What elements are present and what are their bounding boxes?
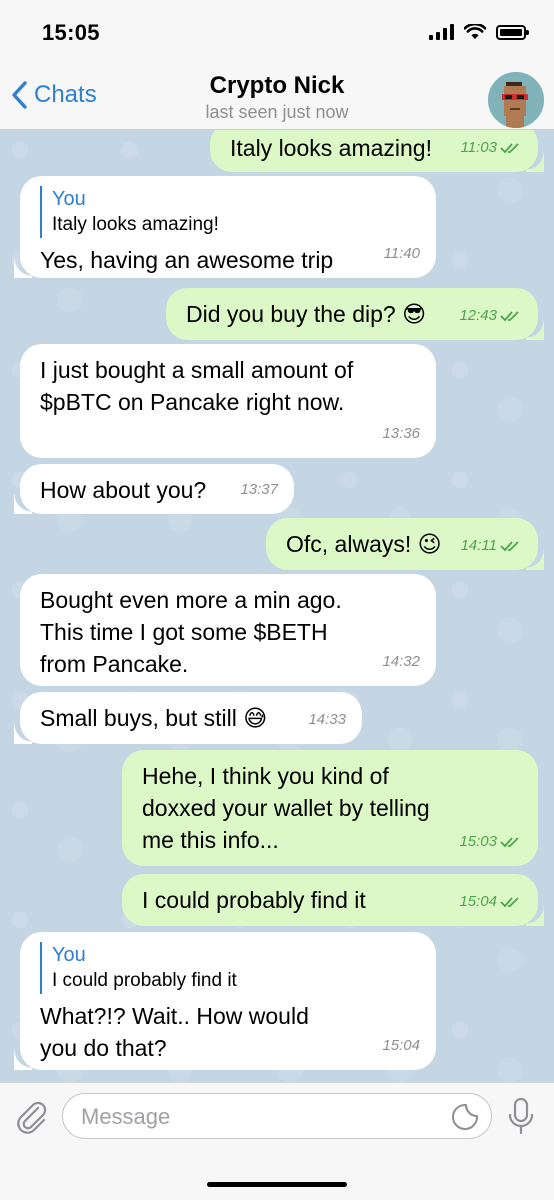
double-check-icon [500,311,519,322]
reply-text: I could probably find it [52,970,237,991]
message-text: Bought even more a min ago. This time I … [40,587,342,677]
cellular-signal-icon [429,24,454,40]
reply-quote[interactable]: You I could probably find it [40,942,416,994]
message-text: I could probably find it [142,887,366,913]
message-text: What?!? Wait.. How would you do that? [40,1003,309,1061]
wifi-icon [464,24,486,39]
status-icons [429,24,529,40]
message-time: 15:04 [382,1037,420,1054]
message-meta: 15:04 [382,1030,420,1062]
message-bubble-incoming[interactable]: I just bought a small amount of $pBTC on… [20,344,436,458]
double-check-icon [500,541,519,552]
message-bubble-incoming[interactable]: Bought even more a min ago. This time I … [20,574,436,686]
paperclip-icon[interactable] [14,1099,50,1135]
message-meta: 12:43 [459,300,522,332]
microphone-icon[interactable] [506,1097,536,1137]
message-time: 12:43 [459,307,497,324]
message-meta: 11:40 [384,238,420,270]
message-bubble-incoming[interactable]: Small buys, but still 😅 14:33 [14,692,362,744]
message-bubble-outgoing[interactable]: Did you buy the dip? 😎 12:43 [166,288,544,340]
reply-author: You [52,944,86,966]
chevron-left-icon [12,81,27,109]
message-input-field[interactable] [62,1093,492,1139]
back-label: Chats [34,81,97,108]
message-bubble-outgoing[interactable]: Ofc, always! 😉 14:11 [266,518,544,570]
message-meta: 13:36 [382,418,420,450]
reply-author: You [52,188,86,210]
message-time: 11:40 [383,245,420,262]
message-text: Hehe, I think you kind of doxxed your wa… [142,763,430,853]
message-bubble-incoming[interactable]: You Italy looks amazing! Yes, having an … [14,176,436,278]
message-text: Yes, having an awesome trip [40,247,334,273]
message-list[interactable]: Italy looks amazing! 11:03 You Italy loo… [0,130,554,1082]
back-button[interactable]: Chats [10,80,97,110]
message-bubble-outgoing[interactable]: Hehe, I think you kind of doxxed your wa… [122,750,538,866]
home-indicator [207,1182,347,1187]
message-time: 13:37 [240,481,278,498]
message-bubble-outgoing[interactable]: Italy looks amazing! 11:03 [210,130,544,172]
message-input[interactable] [81,1104,421,1130]
pixel-punk-avatar-icon [488,72,544,128]
top-bar: 15:05 Chats Crypto Nick last seen just n… [0,0,554,130]
avatar[interactable] [488,72,544,128]
message-time: 14:11 [460,537,497,554]
message-text: Did you buy the dip? 😎 [186,301,427,327]
message-time: 14:33 [308,711,346,728]
message-text: Small buys, but still 😅 [40,705,268,731]
reply-quote[interactable]: You Italy looks amazing! [40,186,416,238]
message-bubble-incoming[interactable]: How about you? 13:37 [14,464,294,514]
message-bubble-incoming[interactable]: You I could probably find it What?!? Wai… [14,932,436,1070]
message-meta: 15:04 [459,886,522,918]
status-time: 15:05 [42,20,100,45]
double-check-icon [500,143,519,154]
battery-icon [496,24,529,40]
double-check-icon [500,897,519,908]
message-text: Italy looks amazing! [230,135,432,161]
message-bubble-outgoing[interactable]: I could probably find it 15:04 [122,874,544,926]
sticker-icon[interactable] [451,1103,479,1131]
message-time: 14:32 [382,653,420,670]
message-time: 15:03 [459,833,497,850]
message-time: 13:36 [382,425,420,442]
message-time: 15:04 [459,893,497,910]
message-meta: 11:03 [461,132,522,164]
message-meta: 14:32 [382,646,420,678]
message-meta: 14:11 [461,530,522,562]
reply-text: Italy looks amazing! [52,214,219,235]
message-text: I just bought a small amount of $pBTC on… [40,357,354,415]
message-time: 11:03 [460,139,497,156]
message-text: Ofc, always! 😉 [286,531,442,557]
message-meta: 14:33 [308,704,346,736]
message-meta: 13:37 [240,474,278,506]
message-meta: 15:03 [459,826,522,858]
message-text: How about you? [40,477,207,503]
double-check-icon [500,837,519,848]
